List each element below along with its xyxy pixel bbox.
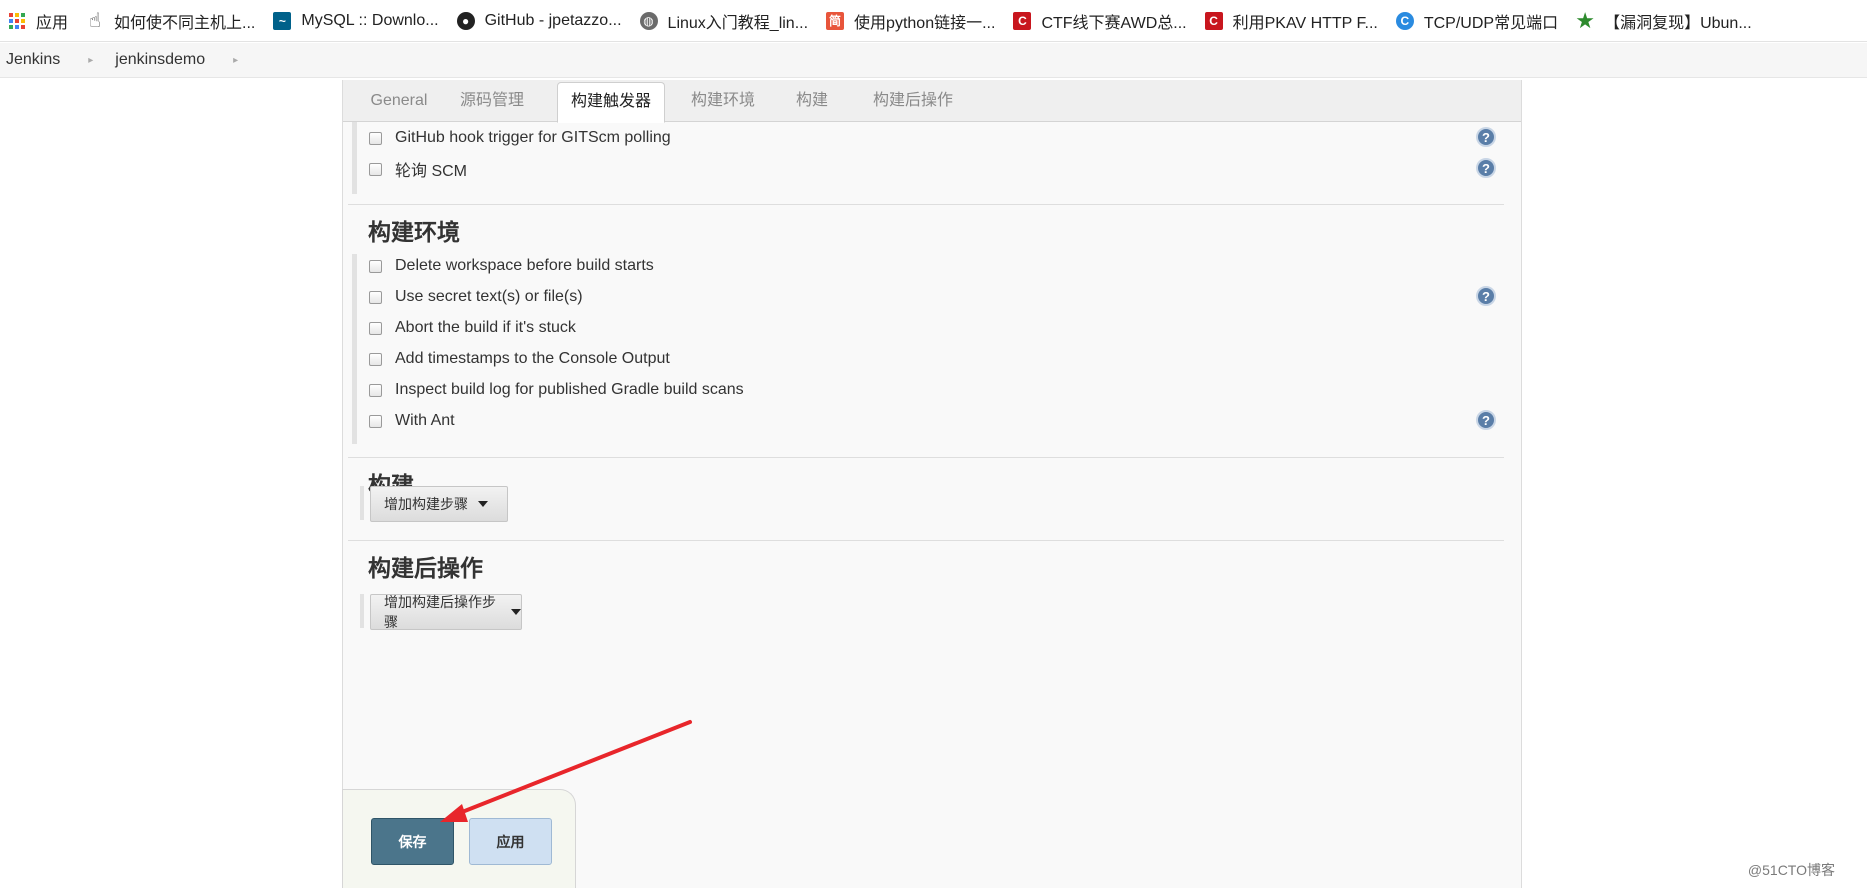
- section-divider: [348, 204, 1504, 205]
- apps-icon: [8, 12, 26, 29]
- hand-icon: ☝: [88, 10, 102, 32]
- button-label: 增加构建步骤: [384, 496, 468, 512]
- breadcrumb: Jenkins ▸ jenkinsdemo ▸: [0, 43, 1867, 78]
- caret-down-icon: [511, 609, 521, 615]
- option-gradle-scans[interactable]: Inspect build log for published Gradle b…: [369, 379, 744, 401]
- checkbox[interactable]: [369, 352, 382, 366]
- option-timestamps[interactable]: Add timestamps to the Console Output: [369, 348, 670, 370]
- checkbox[interactable]: [369, 414, 382, 428]
- help-icon[interactable]: ?: [1476, 286, 1496, 306]
- github-icon: ●: [456, 11, 475, 30]
- option-label: Abort the build if it's stuck: [395, 319, 576, 336]
- option-label: GitHub hook trigger for GITScm polling: [395, 129, 671, 146]
- config-tabs: General 源码管理 构建触发器 构建环境 构建 构建后操作: [343, 80, 1521, 123]
- c-blue-icon: C: [1395, 11, 1414, 30]
- tab-build[interactable]: 构建: [788, 80, 836, 122]
- save-button[interactable]: 保存: [371, 818, 454, 865]
- section-divider: [348, 540, 1504, 541]
- tab-post-build[interactable]: 构建后操作: [863, 80, 963, 122]
- bookmark-label: 如何使不同主机上...: [114, 14, 256, 32]
- help-icon[interactable]: ?: [1476, 158, 1496, 178]
- button-label: 增加构建后操作步骤: [384, 594, 496, 630]
- bookmark-item[interactable]: C 利用PKAV HTTP F...: [1199, 0, 1390, 41]
- bookmark-item[interactable]: 简 使用python链接一...: [820, 0, 1007, 41]
- option-abort-stuck[interactable]: Abort the build if it's stuck: [369, 317, 576, 339]
- tab-general[interactable]: General: [353, 80, 445, 122]
- caret-down-icon: [478, 501, 488, 507]
- help-icon[interactable]: ?: [1476, 410, 1496, 430]
- bookmark-label: Linux入门教程_lin...: [667, 14, 809, 32]
- bookmark-item[interactable]: ☝ 如何使不同主机上...: [80, 0, 267, 41]
- bookmark-label: 利用PKAV HTTP F...: [1232, 14, 1378, 32]
- bookmark-item[interactable]: C CTF线下赛AWD总...: [1007, 0, 1198, 41]
- breadcrumb-job[interactable]: jenkinsdemo: [115, 51, 211, 69]
- help-icon[interactable]: ?: [1476, 127, 1496, 147]
- section-divider: [348, 457, 1504, 458]
- bookmark-item[interactable]: ◍ Linux入门教程_lin...: [634, 0, 821, 41]
- option-label: Add timestamps to the Console Output: [395, 350, 670, 367]
- option-label: Use secret text(s) or file(s): [395, 288, 583, 305]
- csdn-icon: C: [1013, 11, 1032, 30]
- tab-scm[interactable]: 源码管理: [455, 80, 529, 122]
- bookmark-label: 应用: [36, 14, 69, 32]
- section-indent-bar: [352, 122, 357, 194]
- bookmark-item[interactable]: C TCP/UDP常见端口: [1390, 0, 1570, 41]
- breadcrumb-arrow-icon[interactable]: ▸: [66, 55, 115, 66]
- checkbox[interactable]: [369, 259, 382, 273]
- section-indent-bar: [360, 486, 364, 520]
- checkbox[interactable]: [369, 162, 382, 176]
- breadcrumb-arrow-icon[interactable]: ▸: [211, 55, 260, 66]
- bookmark-label: 使用python链接一...: [854, 14, 996, 32]
- mysql-icon: ~: [273, 11, 292, 30]
- checkbox[interactable]: [369, 131, 382, 145]
- option-delete-workspace[interactable]: Delete workspace before build starts: [369, 255, 654, 277]
- checkbox[interactable]: [369, 321, 382, 335]
- breadcrumb-jenkins[interactable]: Jenkins: [0, 51, 66, 69]
- section-indent-bar: [360, 594, 364, 628]
- section-indent-bar: [352, 254, 357, 444]
- tab-build-triggers[interactable]: 构建触发器: [557, 82, 665, 123]
- config-panel: General 源码管理 构建触发器 构建环境 构建 构建后操作 GitHub …: [342, 80, 1522, 888]
- option-label: Delete workspace before build starts: [395, 257, 654, 274]
- option-label: With Ant: [395, 412, 455, 429]
- bookmark-item[interactable]: ~ MySQL :: Downlo...: [267, 0, 450, 41]
- add-build-step-button[interactable]: 增加构建步骤: [370, 486, 508, 522]
- option-secret-text[interactable]: Use secret text(s) or file(s): [369, 286, 583, 308]
- bookmark-label: MySQL :: Downlo...: [301, 11, 439, 29]
- bookmark-item[interactable]: ● GitHub - jpetazzo...: [451, 0, 634, 41]
- option-label: 轮询 SCM: [395, 163, 468, 180]
- tab-build-env[interactable]: 构建环境: [683, 80, 763, 122]
- checkbox[interactable]: [369, 383, 382, 397]
- checkbox[interactable]: [369, 290, 382, 304]
- option-label: Inspect build log for published Gradle b…: [395, 381, 744, 398]
- star-icon: ★: [1575, 7, 1595, 33]
- section-title-post-build: 构建后操作: [368, 555, 483, 581]
- bookmark-label: GitHub - jpetazzo...: [484, 11, 622, 29]
- jianshu-icon: 简: [826, 11, 845, 30]
- bookmark-item[interactable]: ★ 【漏洞复现】Ubun...: [1570, 0, 1764, 41]
- watermark: @51CTO博客: [1747, 862, 1835, 878]
- csdn-icon: C: [1204, 11, 1223, 30]
- bookmark-label: TCP/UDP常见端口: [1423, 14, 1559, 32]
- bookmark-apps[interactable]: 应用: [2, 0, 80, 41]
- add-post-build-step-button[interactable]: 增加构建后操作步骤: [370, 594, 522, 630]
- form-button-bar: 保存 应用: [342, 789, 576, 888]
- bookmark-label: CTF线下赛AWD总...: [1041, 14, 1187, 32]
- section-title-build-env: 构建环境: [368, 219, 460, 245]
- apply-button[interactable]: 应用: [469, 818, 552, 865]
- bookmark-label: 【漏洞复现】Ubun...: [1604, 14, 1752, 32]
- option-with-ant[interactable]: With Ant: [369, 410, 455, 432]
- bookmarks-bar: 应用 ☝ 如何使不同主机上... ~ MySQL :: Downlo... ● …: [0, 0, 1867, 42]
- option-poll-scm[interactable]: 轮询 SCM: [369, 158, 467, 180]
- option-github-hook[interactable]: GitHub hook trigger for GITScm polling: [369, 127, 671, 149]
- globe-icon: ◍: [639, 11, 658, 30]
